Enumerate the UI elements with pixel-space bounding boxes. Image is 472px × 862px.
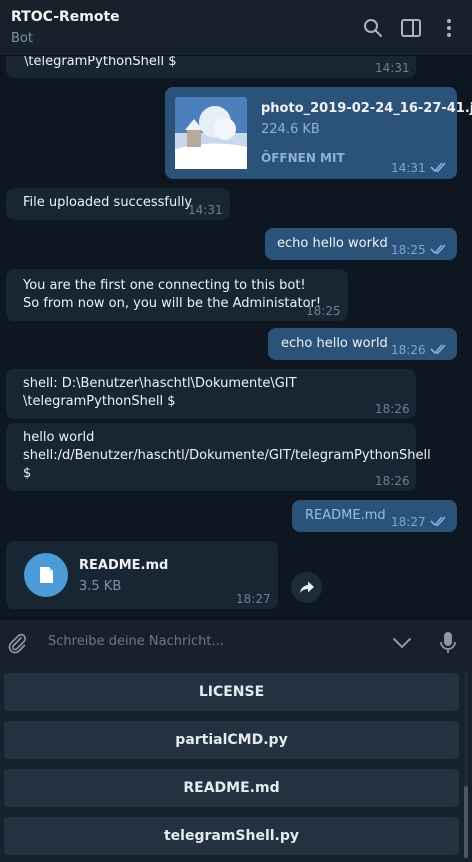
message-text-line: You are the first one connecting to this… <box>23 278 306 293</box>
message-outgoing[interactable]: README.md 18:27 <box>292 500 457 532</box>
read-checkmarks-icon <box>430 516 446 527</box>
more-menu-icon[interactable] <box>438 17 460 39</box>
chevron-down-icon[interactable] <box>392 635 412 651</box>
sidebar-toggle-icon[interactable] <box>400 17 422 39</box>
message-time: 18:27 <box>236 592 271 606</box>
open-with-link[interactable]: ÖFFNEN MIT <box>261 149 345 167</box>
file-size: 224.6 KB <box>261 122 320 137</box>
message-incoming[interactable]: \telegramPythonShell $ 14:31 <box>6 56 416 78</box>
file-name: photo_2019-02-24_16-27-41.jpg <box>261 101 472 116</box>
message-time: 18:27 <box>391 515 426 529</box>
message-outgoing[interactable]: echo hello world 18:26 <box>268 328 457 360</box>
message-incoming[interactable]: shell: D:\Benutzer\haschtl\Dokumente\GIT… <box>6 369 416 419</box>
read-checkmarks-icon <box>430 162 446 173</box>
file-name: README.md <box>79 558 169 573</box>
message-outgoing[interactable]: echo hello workd 18:25 <box>265 228 457 260</box>
message-text-line: So from now on, you will be the Administ… <box>23 296 322 311</box>
message-incoming[interactable]: File uploaded successfully 14:31 <box>6 188 230 220</box>
keyboard-button-readme[interactable]: README.md <box>4 769 459 807</box>
message-time: 18:26 <box>375 474 410 488</box>
message-text-line: shell:/d/Benutzer/haschtl/Dokumente/GIT/… <box>23 448 431 463</box>
message-text-line: hello world <box>23 430 95 445</box>
message-text-line: shell: D:\Benutzer\haschtl\Dokumente\GIT <box>23 376 297 391</box>
read-checkmarks-icon <box>430 244 446 255</box>
file-size: 3.5 KB <box>79 579 122 594</box>
chat-subtitle: Bot <box>11 31 33 46</box>
message-time: 14:31 <box>375 61 410 75</box>
search-icon[interactable] <box>362 17 384 39</box>
read-checkmarks-icon <box>430 344 446 355</box>
keyboard-button-partialcmd[interactable]: partialCMD.py <box>4 721 459 759</box>
message-list[interactable]: \telegramPythonShell $ 14:31 photo_2019-… <box>0 56 472 619</box>
message-incoming[interactable]: hello world shell:/d/Benutzer/haschtl/Do… <box>6 423 431 491</box>
message-time: 18:26 <box>375 402 410 416</box>
keyboard-button-license[interactable]: LICENSE <box>4 673 459 711</box>
message-time: 18:26 <box>391 343 426 357</box>
message-link-text[interactable]: README.md <box>305 507 386 525</box>
photo-thumbnail[interactable] <box>175 97 247 169</box>
message-text: \telegramPythonShell $ <box>24 56 177 69</box>
chat-title: RTOC-Remote <box>11 9 120 25</box>
message-document-file[interactable]: README.md 3.5 KB 18:27 <box>6 541 278 609</box>
chat-header[interactable]: RTOC-Remote Bot <box>0 0 472 56</box>
message-time: 18:25 <box>391 243 426 257</box>
message-text: echo hello world <box>281 336 388 351</box>
message-text-line: $ <box>23 466 32 481</box>
message-input-bar: Schreibe deine Nachricht... <box>0 619 472 667</box>
message-text-line: \telegramPythonShell $ <box>23 394 176 409</box>
message-photo-file[interactable]: photo_2019-02-24_16-27-41.jpg 224.6 KB Ö… <box>165 87 472 179</box>
keyboard-scrollbar-thumb[interactable] <box>464 786 468 858</box>
message-incoming[interactable]: You are the first one connecting to this… <box>6 269 348 321</box>
message-input[interactable]: Schreibe deine Nachricht... <box>48 634 224 649</box>
message-time: 18:25 <box>306 304 341 318</box>
forward-icon[interactable] <box>291 572 322 603</box>
keyboard-button-telegramshell[interactable]: telegramShell.py <box>4 817 459 855</box>
attach-icon[interactable] <box>6 632 28 654</box>
message-text: File uploaded successfully <box>23 195 193 210</box>
message-time: 14:31 <box>188 203 223 217</box>
message-text: echo hello workd <box>277 236 388 251</box>
message-time: 14:31 <box>391 161 426 175</box>
document-icon[interactable] <box>24 553 68 597</box>
bot-keyboard: LICENSE partialCMD.py README.md telegram… <box>0 667 472 862</box>
microphone-icon[interactable] <box>438 631 458 655</box>
